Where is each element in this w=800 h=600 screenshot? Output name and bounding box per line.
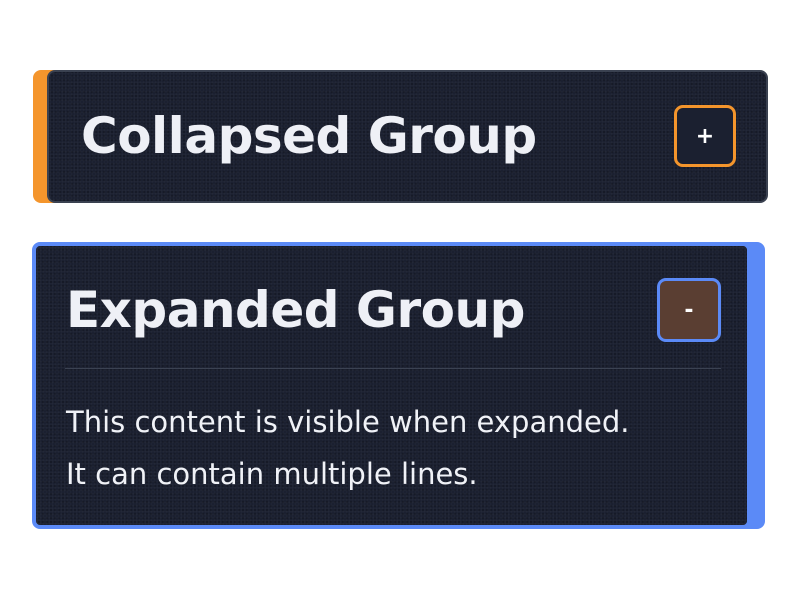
expanded-group-content: This content is visible when expanded. I…	[66, 396, 630, 500]
minus-icon: -	[684, 297, 694, 323]
expanded-group-title[interactable]: Expanded Group	[66, 280, 525, 340]
group-divider	[65, 368, 721, 369]
content-line: This content is visible when expanded.	[66, 405, 630, 439]
collapsed-group-title[interactable]: Collapsed Group	[81, 106, 537, 166]
expand-toggle-button[interactable]: +	[674, 105, 736, 167]
content-line: It can contain multiple lines.	[66, 457, 478, 491]
plus-icon: +	[695, 123, 715, 149]
collapse-toggle-button[interactable]: -	[657, 278, 721, 342]
expanded-group-panel: Expanded Group - This content is visible…	[32, 242, 751, 529]
collapsed-group-panel: Collapsed Group +	[47, 70, 768, 203]
